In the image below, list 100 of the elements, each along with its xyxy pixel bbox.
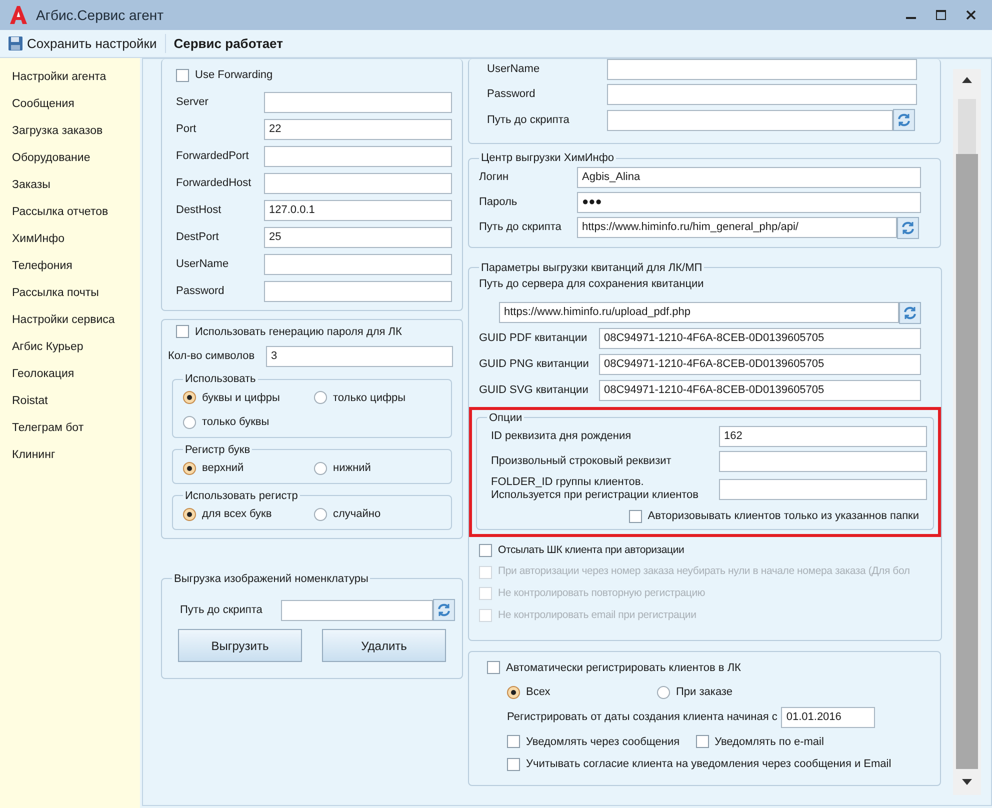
group-title: Опции bbox=[488, 410, 524, 426]
checkbox[interactable] bbox=[176, 68, 189, 82]
radio-button[interactable] bbox=[314, 462, 327, 475]
sidebar-item[interactable]: Телефония bbox=[0, 253, 140, 280]
radio-button[interactable] bbox=[314, 508, 327, 521]
input-field[interactable] bbox=[264, 254, 452, 274]
radio-button[interactable] bbox=[183, 508, 196, 521]
radio-button[interactable] bbox=[183, 462, 196, 475]
field-label: Произвольный строковый реквизит bbox=[491, 455, 672, 468]
radio-button[interactable] bbox=[657, 686, 670, 699]
checkbox-label: Use Forwarding bbox=[195, 68, 273, 83]
input-field[interactable]: 22 bbox=[264, 118, 452, 140]
input-field[interactable] bbox=[264, 146, 452, 166]
scrollbar[interactable] bbox=[953, 69, 981, 795]
group-title: Центр выгрузки ХимИнфо bbox=[480, 151, 616, 166]
radio-button[interactable] bbox=[183, 391, 196, 404]
input-field[interactable]: 01.01.2016 bbox=[781, 706, 876, 728]
sidebar-item[interactable]: Клининг bbox=[0, 442, 140, 469]
sidebar-item[interactable]: Настройки сервиса bbox=[0, 307, 140, 334]
group-title: Параметры выгрузки квитанций для ЛК/МП bbox=[480, 260, 704, 276]
radio-button[interactable] bbox=[507, 686, 520, 699]
sidebar-item[interactable]: Рассылка отчетов bbox=[0, 199, 140, 226]
radio-button[interactable] bbox=[183, 416, 196, 429]
refresh-icon bbox=[902, 304, 918, 320]
refresh-button[interactable] bbox=[893, 109, 915, 131]
input-field[interactable]: https://www.himinfo.ru/him_general_php/api/ bbox=[577, 217, 897, 238]
radio-button[interactable] bbox=[314, 391, 327, 404]
input-field[interactable] bbox=[719, 451, 927, 472]
maximize-icon[interactable] bbox=[936, 10, 946, 20]
sidebar-item[interactable]: Агбис Курьер bbox=[0, 334, 140, 361]
sidebar-item[interactable]: Сообщения bbox=[0, 91, 140, 118]
input-field[interactable] bbox=[264, 280, 452, 302]
refresh-icon bbox=[900, 220, 916, 236]
sidebar-item[interactable]: Заказы bbox=[0, 172, 140, 199]
checkbox-label: Учитывать согласие клиента на уведомления через сообщения и Email bbox=[526, 757, 892, 772]
sidebar-item[interactable]: Телеграм бот bbox=[0, 415, 140, 442]
input-field[interactable]: ●●● bbox=[577, 192, 921, 212]
checkbox[interactable] bbox=[487, 661, 500, 674]
input-field[interactable] bbox=[281, 600, 433, 620]
field-label: UserName bbox=[176, 256, 230, 272]
radio-label: для всех букв bbox=[202, 507, 272, 522]
refresh-button[interactable] bbox=[433, 599, 455, 621]
field-label: Password bbox=[487, 87, 536, 102]
refresh-button[interactable] bbox=[897, 216, 919, 238]
field-label: Password bbox=[176, 284, 226, 299]
save-settings-button[interactable]: Сохранить настройки bbox=[8, 34, 166, 54]
input-field[interactable]: 3 bbox=[266, 346, 453, 367]
input-field[interactable] bbox=[264, 172, 452, 194]
sidebar-item[interactable]: Оборудование bbox=[0, 145, 140, 172]
input-field[interactable] bbox=[607, 59, 917, 80]
sidebar-item[interactable]: Настройки агента bbox=[0, 64, 140, 91]
action-button[interactable]: Удалить bbox=[322, 629, 446, 662]
input-field[interactable] bbox=[264, 92, 452, 112]
close-icon[interactable] bbox=[966, 10, 976, 20]
field-label: GUID PNG квитанции bbox=[479, 356, 590, 372]
field-label: DestHost bbox=[176, 202, 222, 218]
scrollbar-thumb[interactable] bbox=[956, 154, 978, 769]
sidebar-item[interactable]: ХимИнфо bbox=[0, 226, 140, 253]
field-label: FOLDER_ID группы клиентов. Используется при регистрации клиентов bbox=[491, 476, 700, 502]
input-field[interactable]: 08C94971-1210-4F6A-8CEB-0D0139605705 bbox=[599, 380, 921, 400]
sidebar-item[interactable]: Загрузка заказов bbox=[0, 118, 140, 145]
checkbox-label: Не контролировать email при регистрации bbox=[498, 608, 696, 623]
field-label: GUID PDF квитанции bbox=[479, 330, 588, 346]
input-field[interactable] bbox=[607, 110, 893, 130]
group-title: Использовать bbox=[184, 372, 257, 387]
action-button[interactable]: Выгрузить bbox=[178, 629, 302, 662]
input-field[interactable]: 127.0.0.1 bbox=[264, 200, 452, 220]
field-label: Server bbox=[176, 94, 210, 110]
input-field[interactable]: 08C94971-1210-4F6A-8CEB-0D0139605705 bbox=[599, 328, 921, 348]
field-label: Регистрировать от даты создания клиента начиная с bbox=[507, 710, 778, 725]
refresh-button[interactable] bbox=[899, 302, 921, 324]
sidebar-item[interactable]: Геолокация bbox=[0, 361, 140, 388]
field-label: Путь до скрипта bbox=[487, 112, 570, 128]
checkbox[interactable] bbox=[628, 510, 642, 523]
checkbox[interactable] bbox=[507, 735, 520, 748]
checkbox-label: При авторизации через номер заказа неубирать нули в начале номера заказа (Для бол bbox=[498, 564, 910, 580]
input-field[interactable]: https://www.himinfo.ru/upload_pdf.php bbox=[499, 302, 899, 323]
checkbox[interactable] bbox=[696, 735, 709, 748]
input-field[interactable]: 25 bbox=[264, 226, 452, 248]
input-field[interactable] bbox=[607, 84, 917, 105]
checkbox-label: Уведомлять по e-mail bbox=[714, 734, 824, 750]
checkbox[interactable] bbox=[507, 758, 520, 771]
radio-label: Всех bbox=[526, 685, 550, 700]
input-field[interactable]: 162 bbox=[719, 426, 927, 447]
field-label: UserName bbox=[487, 62, 541, 78]
checkbox[interactable] bbox=[479, 544, 492, 557]
sidebar-item[interactable]: Рассылка почты bbox=[0, 280, 140, 307]
sidebar-item[interactable]: Roistat bbox=[0, 388, 140, 415]
scroll-up-icon[interactable] bbox=[962, 77, 972, 83]
field-label: Пароль bbox=[479, 194, 518, 210]
field-label: Кол-во символов bbox=[168, 349, 256, 364]
input-field[interactable] bbox=[719, 478, 927, 500]
scroll-down-icon[interactable] bbox=[962, 779, 972, 785]
field-label: Путь до скрипта bbox=[180, 602, 264, 618]
input-field[interactable]: Agbis_Alina bbox=[577, 166, 921, 188]
group-title: Использовать регистр bbox=[184, 488, 299, 504]
checkbox[interactable] bbox=[176, 325, 189, 338]
input-field[interactable]: 08C94971-1210-4F6A-8CEB-0D0139605705 bbox=[599, 354, 921, 374]
group-title: Регистр букв bbox=[184, 442, 252, 458]
refresh-icon bbox=[896, 112, 912, 128]
